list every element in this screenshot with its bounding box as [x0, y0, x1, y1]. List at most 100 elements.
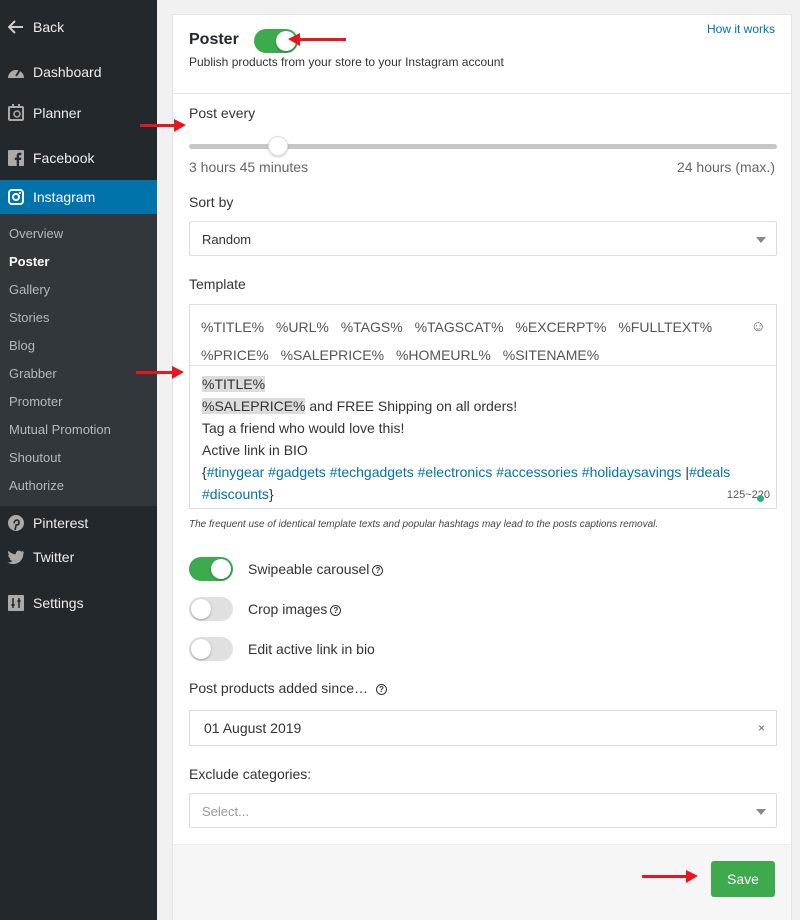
- template-variable[interactable]: %SALEPRICE%: [281, 347, 384, 363]
- post-every-max: 24 hours (max.): [676, 159, 775, 175]
- swipeable-carousel-label: Swipeable carousel: [248, 561, 370, 577]
- sort-by-value: Random: [202, 232, 252, 247]
- template-variable[interactable]: %EXCERPT%: [515, 319, 606, 335]
- clear-date-icon[interactable]: ×: [758, 721, 765, 735]
- template-label: Template: [189, 276, 246, 292]
- template-line-2-var: %SALEPRICE%: [202, 398, 306, 414]
- character-counter: 125~220: [726, 489, 770, 501]
- post-every-value: 3 hours 45 minutes: [189, 159, 309, 175]
- post-every-label: Post every: [189, 105, 256, 121]
- toggle-knob: [191, 599, 211, 619]
- sidebar-item-label: Back: [33, 19, 65, 35]
- template-variable[interactable]: %HOMEURL%: [396, 347, 491, 363]
- swipeable-carousel-option: Swipeable carousel?: [189, 557, 384, 581]
- template-tags-close: }: [268, 486, 274, 502]
- swipeable-carousel-toggle[interactable]: [189, 557, 233, 581]
- sidebar-item-label: Dashboard: [33, 64, 102, 80]
- edit-active-link-label: Edit active link in bio: [248, 641, 375, 657]
- facebook-icon: [6, 148, 26, 168]
- toggle-knob: [211, 559, 231, 579]
- sort-by-label: Sort by: [189, 194, 234, 210]
- template-variable[interactable]: %TAGSCAT%: [415, 319, 504, 335]
- exclude-categories-placeholder: Select...: [202, 804, 249, 819]
- template-variable[interactable]: %SITENAME%: [503, 347, 599, 363]
- how-it-works-link[interactable]: How it works: [707, 22, 775, 36]
- admin-sidebar: Back Dashboard Planner Facebook Instagra…: [0, 0, 157, 920]
- edit-active-link-toggle[interactable]: [189, 637, 233, 661]
- help-icon[interactable]: ?: [330, 605, 342, 616]
- template-variable[interactable]: %PRICE%: [201, 347, 269, 363]
- sidebar-item-settings[interactable]: Settings: [0, 580, 157, 625]
- edit-active-link-option: Edit active link in bio: [189, 637, 375, 661]
- exclude-categories-label: Exclude categories:: [189, 766, 312, 782]
- crop-images-option: Crop images?: [189, 597, 342, 621]
- post-since-text: Post products added since…: [189, 680, 368, 696]
- submenu-item-promoter[interactable]: Promoter: [0, 388, 157, 416]
- template-line-2-text: and FREE Shipping on all orders!: [305, 398, 518, 414]
- template-line-1: %TITLE%: [202, 376, 266, 392]
- template-warning-note: The frequent use of identical template t…: [189, 519, 659, 530]
- poster-settings-panel: Poster How it works Publish products fro…: [172, 14, 792, 920]
- status-dot-icon: [757, 495, 764, 502]
- template-variable[interactable]: %URL%: [276, 319, 329, 335]
- submenu-item-stories[interactable]: Stories: [0, 304, 157, 332]
- annotation-arrow-icon: [288, 33, 346, 46]
- sidebar-item-label: Facebook: [33, 149, 95, 166]
- template-hashtag-deals: #deals: [688, 464, 731, 480]
- submenu-item-shoutout[interactable]: Shoutout: [0, 444, 157, 472]
- sidebar-item-facebook[interactable]: Facebook: [0, 135, 157, 180]
- submenu-item-blog[interactable]: Blog: [0, 332, 157, 360]
- dashboard-icon: [6, 62, 26, 82]
- annotation-arrow-icon: [140, 119, 186, 132]
- pinterest-icon: [6, 513, 26, 533]
- panel-footer: Save: [173, 844, 791, 920]
- sidebar-item-twitter[interactable]: Twitter: [0, 540, 157, 574]
- submenu-item-mutual-promotion[interactable]: Mutual Promotion: [0, 416, 157, 444]
- template-variable[interactable]: %TITLE%: [201, 319, 264, 335]
- submenu-item-overview[interactable]: Overview: [0, 220, 157, 248]
- sidebar-item-label: Pinterest: [33, 515, 89, 531]
- template-editor: %TITLE% %URL% %TAGS% %TAGSCAT% %EXCERPT%…: [189, 304, 777, 509]
- post-since-date-input[interactable]: 01 August 2019 ×: [189, 710, 777, 746]
- submenu-item-grabber[interactable]: Grabber: [0, 360, 157, 388]
- template-line-4: Active link in BIO: [202, 442, 308, 458]
- chevron-down-icon: [756, 237, 766, 243]
- save-button[interactable]: Save: [711, 861, 775, 897]
- post-every-slider-handle[interactable]: [268, 136, 288, 156]
- post-since-label: Post products added since…?: [189, 680, 387, 696]
- template-variable[interactable]: %TAGS%: [341, 319, 403, 335]
- sidebar-item-dashboard[interactable]: Dashboard: [0, 54, 157, 90]
- arrow-left-icon: [6, 17, 26, 37]
- annotation-arrow-icon: [642, 870, 698, 883]
- sidebar-item-label: Instagram: [33, 189, 96, 205]
- poster-header: Poster How it works Publish products fro…: [173, 15, 791, 94]
- template-variable[interactable]: %FULLTEXT%: [618, 319, 712, 335]
- help-icon[interactable]: ?: [376, 684, 387, 695]
- template-hashtags: #tinygear #gadgets #techgadgets #electro…: [206, 464, 686, 480]
- post-since-value: 01 August 2019: [204, 720, 302, 736]
- submenu-item-gallery[interactable]: Gallery: [0, 276, 157, 304]
- sidebar-item-planner[interactable]: Planner: [0, 90, 157, 135]
- instagram-submenu: Overview Poster Gallery Stories Blog Gra…: [0, 214, 157, 506]
- sidebar-item-back[interactable]: Back: [0, 0, 157, 54]
- twitter-icon: [6, 547, 26, 567]
- submenu-item-authorize[interactable]: Authorize: [0, 472, 157, 500]
- exclude-categories-select[interactable]: Select...: [189, 793, 777, 828]
- template-hashtag-discounts: #discounts: [202, 486, 269, 502]
- emoji-picker-icon[interactable]: ☺: [751, 313, 766, 341]
- sliders-icon: [6, 593, 26, 613]
- instagram-icon: [6, 187, 26, 207]
- crop-images-toggle[interactable]: [189, 597, 233, 621]
- sidebar-item-label: Planner: [33, 104, 82, 121]
- submenu-item-poster[interactable]: Poster: [0, 248, 157, 276]
- template-line-3: Tag a friend who would love this!: [202, 420, 405, 436]
- sidebar-item-instagram[interactable]: Instagram: [0, 180, 157, 214]
- sort-by-select[interactable]: Random: [189, 221, 777, 256]
- chevron-down-icon: [756, 809, 766, 815]
- page-title: Poster: [189, 31, 239, 48]
- help-icon[interactable]: ?: [372, 565, 384, 576]
- poster-description: Publish products from your store to your…: [189, 55, 504, 69]
- sidebar-item-label: Twitter: [33, 549, 75, 565]
- template-textarea[interactable]: %TITLE% %SALEPRICE% and FREE Shipping on…: [190, 366, 776, 509]
- sidebar-item-pinterest[interactable]: Pinterest: [0, 506, 157, 540]
